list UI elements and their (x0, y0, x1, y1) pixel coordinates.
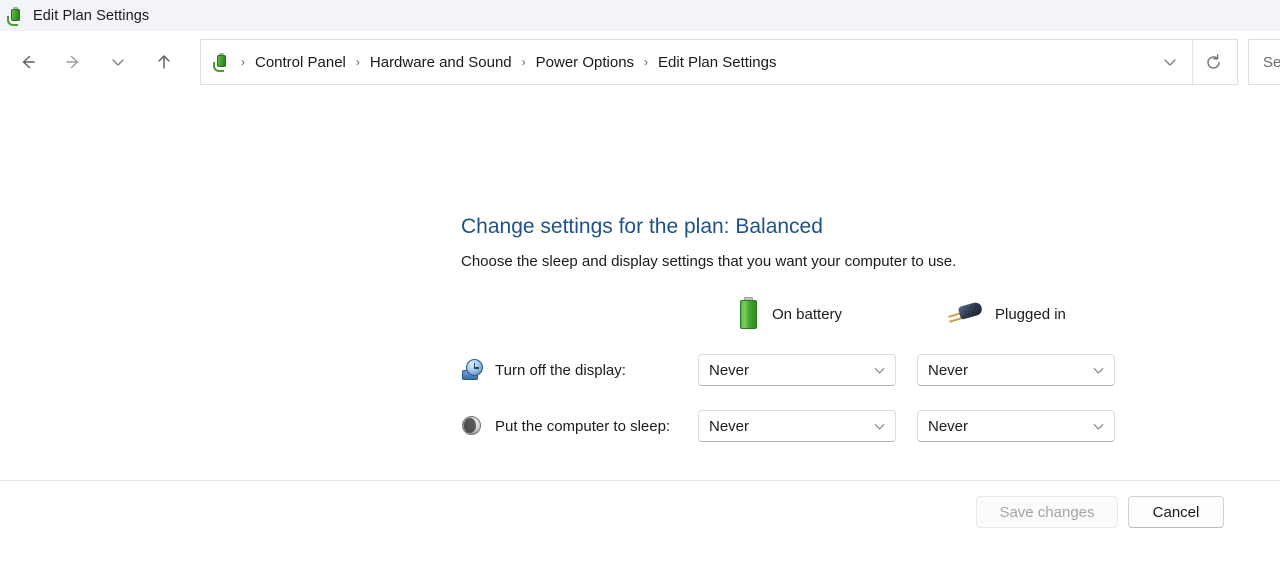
dropdown-sleep-on-battery[interactable]: Never (698, 410, 896, 442)
page-subtitle: Choose the sleep and display settings th… (461, 253, 956, 270)
column-header-label: Plugged in (995, 306, 1066, 323)
up-button[interactable] (146, 44, 182, 80)
breadcrumb-item-hardware-and-sound[interactable]: Hardware and Sound (366, 51, 516, 74)
address-dropdown-button[interactable] (1152, 44, 1188, 80)
navigation-toolbar: › Control Panel › Hardware and Sound › P… (0, 31, 1280, 93)
up-arrow-icon (154, 52, 174, 72)
footer-bar: Save changes Cancel (0, 481, 1280, 582)
sleep-moon-icon (461, 415, 483, 437)
dropdown-sleep-plugged-in[interactable]: Never (917, 410, 1115, 442)
dropdown-display-on-battery[interactable]: Never (698, 354, 896, 386)
cancel-button[interactable]: Cancel (1128, 496, 1224, 528)
dropdown-value: Never (928, 418, 1091, 435)
breadcrumb-separator: › (235, 56, 251, 68)
setting-label: Put the computer to sleep: (495, 418, 670, 435)
setting-row-turn-off-display: Turn off the display: (461, 353, 626, 387)
recent-locations-button[interactable] (100, 44, 136, 80)
dropdown-value: Never (709, 418, 872, 435)
power-plug-icon (947, 301, 983, 327)
dropdown-display-plugged-in[interactable]: Never (917, 354, 1115, 386)
breadcrumb-item-edit-plan-settings[interactable]: Edit Plan Settings (654, 51, 780, 74)
content-area: Change settings for the plan: Balanced C… (0, 93, 1280, 512)
refresh-icon (1204, 53, 1223, 72)
breadcrumb-separator: › (638, 56, 654, 68)
breadcrumb-item-control-panel[interactable]: Control Panel (251, 51, 350, 74)
search-box[interactable]: Search (1248, 39, 1280, 85)
setting-label: Turn off the display: (495, 362, 626, 379)
chevron-down-icon (1161, 53, 1179, 71)
forward-button[interactable] (55, 44, 91, 80)
address-bar-divider (1192, 40, 1193, 84)
battery-icon (738, 297, 760, 331)
address-bar[interactable]: › Control Panel › Hardware and Sound › P… (200, 39, 1238, 85)
power-plan-icon (7, 7, 25, 25)
setting-row-put-computer-to-sleep: Put the computer to sleep: (461, 409, 670, 443)
column-header-plugged-in: Plugged in (947, 298, 1066, 330)
forward-arrow-icon (63, 52, 83, 72)
save-changes-button[interactable]: Save changes (976, 496, 1118, 528)
breadcrumb-separator: › (516, 56, 532, 68)
breadcrumb-separator: › (350, 56, 366, 68)
chevron-down-icon (872, 419, 887, 434)
search-input[interactable]: Search (1263, 54, 1280, 71)
column-header-on-battery: On battery (738, 298, 842, 330)
breadcrumb-item-power-options[interactable]: Power Options (532, 51, 638, 74)
page-title: Change settings for the plan: Balanced (461, 215, 823, 239)
window-title: Edit Plan Settings (33, 8, 149, 24)
chevron-down-icon (109, 53, 127, 71)
chevron-down-icon (872, 363, 887, 378)
back-arrow-icon (18, 52, 38, 72)
column-header-label: On battery (772, 306, 842, 323)
display-clock-icon (461, 359, 483, 381)
address-bar-actions (1152, 40, 1237, 84)
dropdown-value: Never (928, 362, 1091, 379)
back-button[interactable] (10, 44, 46, 80)
chevron-down-icon (1091, 363, 1106, 378)
dropdown-value: Never (709, 362, 872, 379)
breadcrumb: › Control Panel › Hardware and Sound › P… (201, 51, 1152, 74)
breadcrumb-power-plan-icon (213, 53, 231, 71)
title-bar: Edit Plan Settings (0, 0, 1280, 31)
chevron-down-icon (1091, 419, 1106, 434)
nav-button-group (10, 44, 182, 80)
refresh-button[interactable] (1195, 44, 1231, 80)
